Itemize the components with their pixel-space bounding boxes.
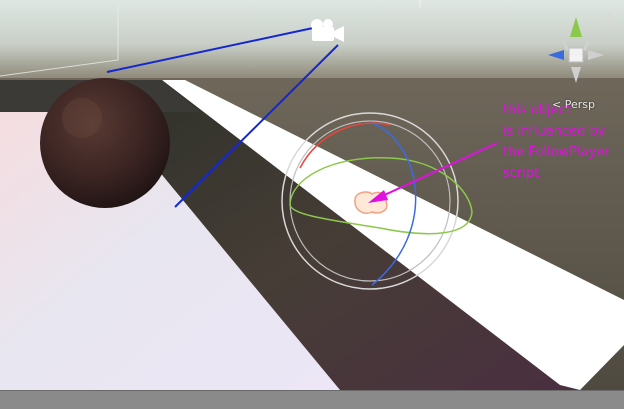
player-ball[interactable] (40, 78, 170, 208)
annotation-text: this object is influenced by the FollowP… (503, 103, 610, 181)
scene-canvas[interactable] (0, 0, 624, 409)
scene-view[interactable]: < Persp this object is influenced by the… (0, 0, 624, 409)
status-bar (0, 390, 624, 409)
ball-highlight (62, 98, 102, 138)
sky-background (0, 0, 624, 80)
lock-view-icon[interactable] (604, 13, 616, 25)
